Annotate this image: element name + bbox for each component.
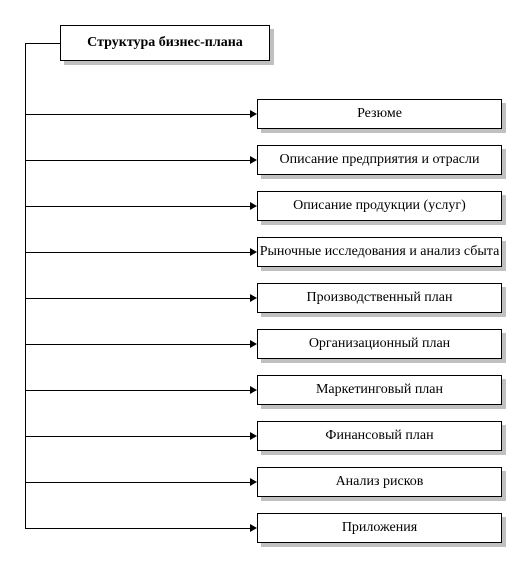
item-box: Описание продукции (услуг) [257,191,502,221]
header-box: Структура бизнес-плана [60,25,270,61]
connector-branch [25,298,251,299]
arrow-right-icon [250,432,257,440]
arrow-right-icon [250,386,257,394]
item-box: Финансовый план [257,421,502,451]
connector-branch [25,528,251,529]
arrow-right-icon [250,202,257,210]
item-box: Маркетинговый план [257,375,502,405]
item-box: Анализ рисков [257,467,502,497]
item-box: Организационный план [257,329,502,359]
arrow-right-icon [250,340,257,348]
item-box: Резюме [257,99,502,129]
item-box: Рыночные исследования и анализ сбыта [257,237,502,267]
connector-branch [25,206,251,207]
connector-branch [25,252,251,253]
connector-branch [25,160,251,161]
connector-trunk [25,43,26,529]
arrow-right-icon [250,248,257,256]
connector-branch [25,114,251,115]
arrow-right-icon [250,524,257,532]
arrow-right-icon [250,156,257,164]
connector-branch [25,390,251,391]
item-box: Производственный план [257,283,502,313]
arrow-right-icon [250,478,257,486]
item-box: Приложения [257,513,502,543]
connector-branch [25,344,251,345]
connector-header-h [25,43,60,44]
arrow-right-icon [250,294,257,302]
arrow-right-icon [250,110,257,118]
connector-branch [25,436,251,437]
item-box: Описание предприятия и отрасли [257,145,502,175]
connector-branch [25,482,251,483]
